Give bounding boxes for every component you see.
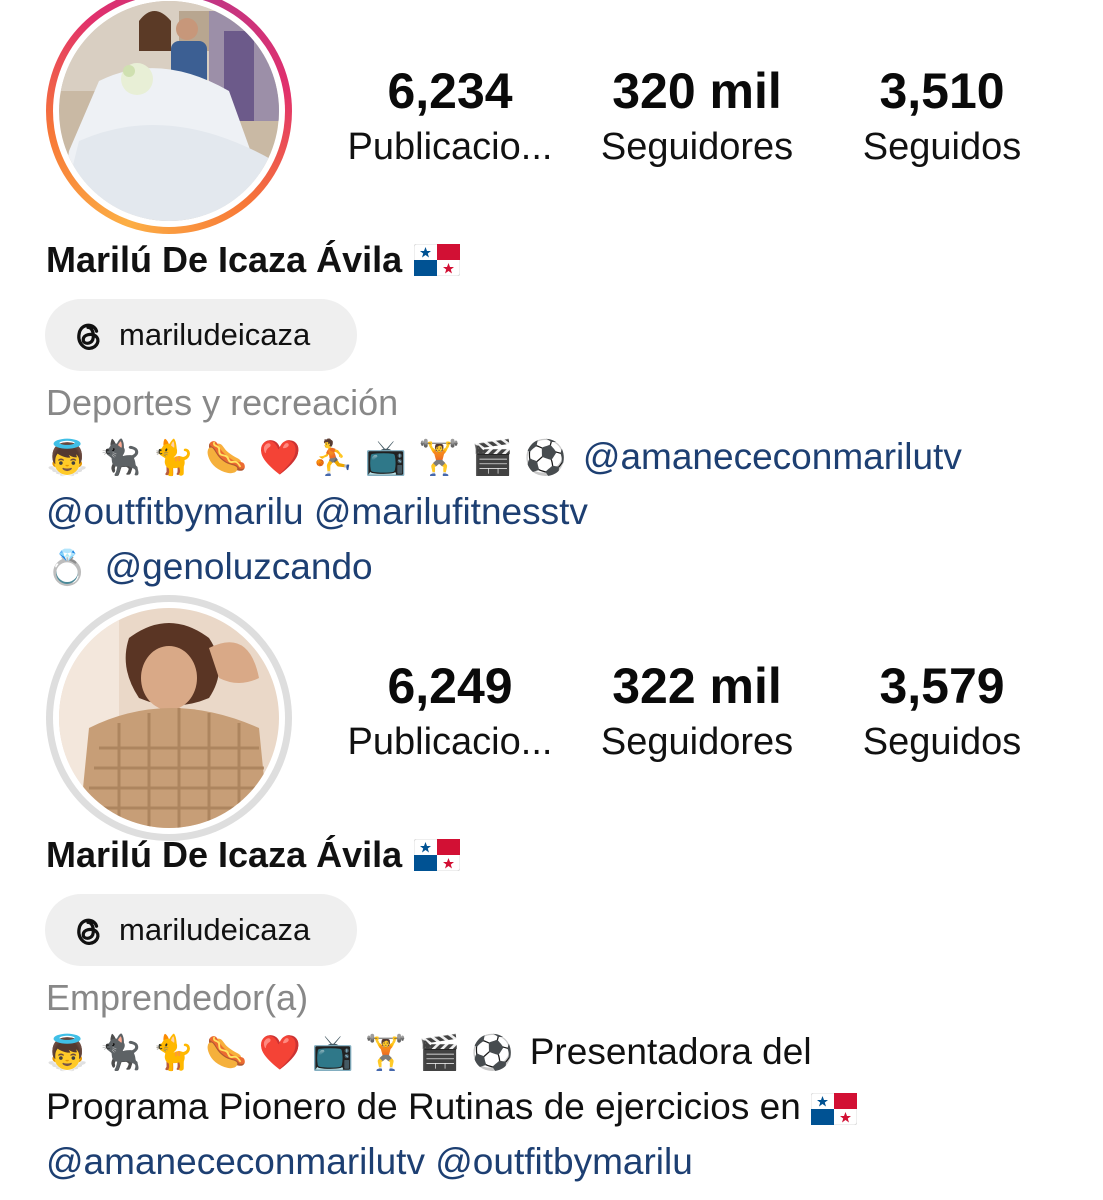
following-label: Seguidos	[862, 126, 1022, 168]
mention-link[interactable]: @outfitbymarilu	[46, 491, 304, 532]
posts-count: 6,234	[387, 63, 513, 119]
panama-flag-icon	[811, 1093, 858, 1126]
followers-label: Seguidores	[600, 721, 794, 763]
panama-flag-icon	[414, 839, 461, 871]
threads-icon	[77, 918, 100, 945]
profile-name-text: Marilú De Icaza Ávila	[46, 834, 403, 875]
profile-category: Emprendedor(a)	[46, 977, 309, 1018]
profile-name-text: Marilú De Icaza Ávila	[46, 239, 403, 280]
mention-link[interactable]: @outfitbymarilu	[435, 1141, 693, 1182]
mention-link[interactable]: @amanececonmarilutv	[46, 1141, 425, 1182]
followers-stat[interactable]: 322 mil Seguidores	[577, 655, 817, 767]
followers-count: 320 mil	[612, 63, 782, 119]
posts-stat[interactable]: 6,234 Publicacio...	[330, 60, 570, 172]
profile-stats: 6,234 Publicacio... 320 mil Seguidores 3…	[330, 60, 1070, 190]
bio-text: Programa Pionero de Rutinas de ejercicio…	[46, 1086, 801, 1127]
panama-flag-icon	[414, 244, 461, 276]
profile-stats: 6,249 Publicacio... 322 mil Seguidores 3…	[330, 655, 1070, 785]
profile-avatar	[59, 1, 279, 221]
profile-name: Marilú De Icaza Ávila	[46, 236, 461, 284]
posts-label: Publicacio...	[347, 721, 553, 763]
bio-line-2: @outfitbymarilu @marilufitnesstv	[46, 487, 588, 537]
bio-emojis: 👼 🐈‍⬛ 🐈 🌭 ❤️ ⛹️ 📺 🏋️ 🎬 ⚽	[46, 438, 567, 478]
bio-line-2: Programa Pionero de Rutinas de ejercicio…	[46, 1082, 858, 1132]
bio-line-1: 👼 🐈‍⬛ 🐈 🌭 ❤️ ⛹️ 📺 🏋️ 🎬 ⚽ @amanececonmari…	[46, 432, 962, 483]
followers-stat[interactable]: 320 mil Seguidores	[577, 60, 817, 172]
bio-text: Presentadora del	[529, 1031, 812, 1072]
profile-avatar-ring[interactable]	[46, 595, 292, 841]
wedding-photo	[59, 1, 279, 221]
mention-link[interactable]: @marilufitnesstv	[314, 491, 588, 532]
profile-avatar-story-ring[interactable]	[46, 0, 292, 234]
threads-link[interactable]: mariludeicaza	[45, 894, 357, 966]
mention-link[interactable]: @amanececonmarilutv	[583, 436, 962, 477]
bio-line-3: @amanececonmarilutv @outfitbymarilu	[46, 1137, 693, 1187]
ring-emoji: 💍	[46, 548, 89, 588]
bio-line-1: 👼 🐈‍⬛ 🐈 🌭 ❤️ 📺 🏋️ 🎬 ⚽ Presentadora del	[46, 1027, 812, 1078]
following-label: Seguidos	[862, 721, 1022, 763]
following-count: 3,510	[879, 63, 1005, 119]
profile-header-before: 6,234 Publicacio... 320 mil Seguidores 3…	[0, 0, 1103, 595]
threads-link[interactable]: mariludeicaza	[45, 299, 357, 371]
bio-emojis: 👼 🐈‍⬛ 🐈 🌭 ❤️ 📺 🏋️ 🎬 ⚽	[46, 1033, 514, 1073]
profile-avatar	[59, 608, 279, 828]
posts-count: 6,249	[387, 658, 513, 714]
posts-label: Publicacio...	[347, 126, 553, 168]
profile-category: Deportes y recreación	[46, 382, 399, 423]
profile-name: Marilú De Icaza Ávila	[46, 831, 461, 879]
portrait-photo	[59, 608, 279, 828]
followers-label: Seguidores	[600, 126, 794, 168]
mention-link[interactable]: @genoluzcando	[105, 546, 373, 587]
bio-line-3: 💍 @genoluzcando	[46, 542, 373, 593]
followers-count: 322 mil	[612, 658, 782, 714]
following-stat[interactable]: 3,510 Seguidos	[822, 60, 1062, 172]
threads-handle: mariludeicaza	[119, 317, 311, 352]
following-stat[interactable]: 3,579 Seguidos	[822, 655, 1062, 767]
profile-header-after: 6,249 Publicacio... 322 mil Seguidores 3…	[0, 595, 1103, 1200]
posts-stat[interactable]: 6,249 Publicacio...	[330, 655, 570, 767]
threads-handle: mariludeicaza	[119, 912, 311, 947]
threads-icon	[77, 323, 100, 350]
following-count: 3,579	[879, 658, 1005, 714]
